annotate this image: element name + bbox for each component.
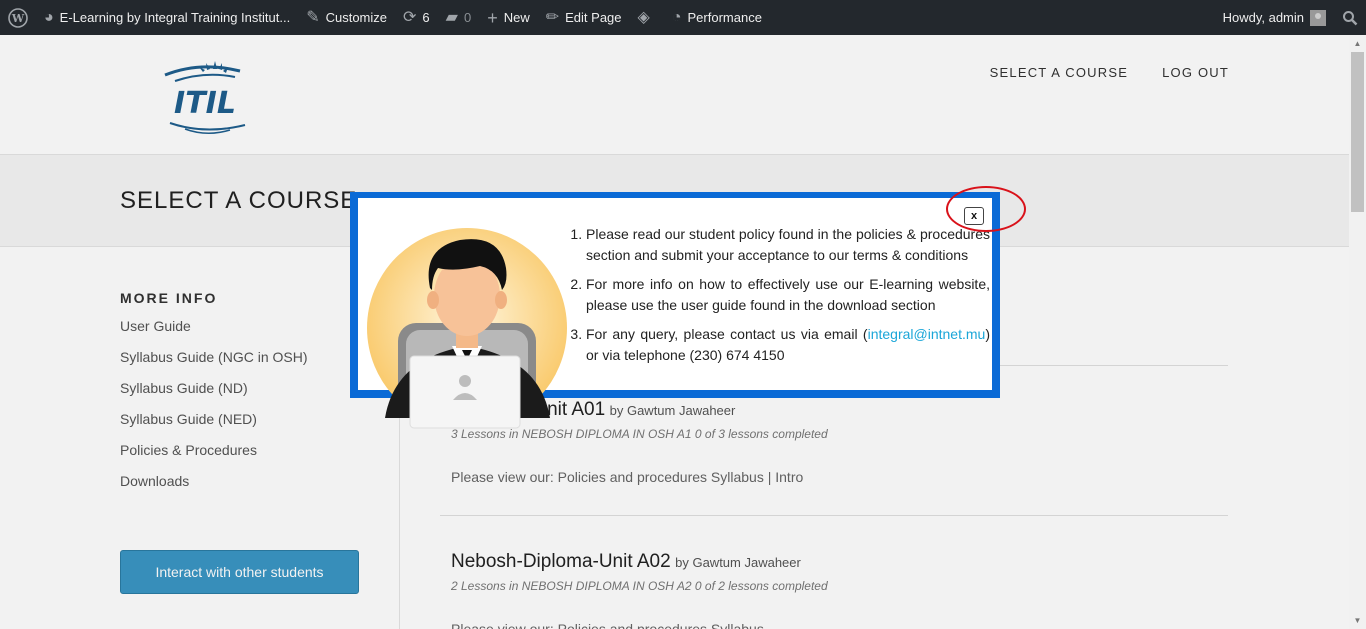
updates-icon: ⟳ <box>403 8 417 26</box>
howdy-label: Howdy, admin <box>1222 10 1304 25</box>
search-icon <box>1343 10 1358 25</box>
avatar <box>1310 9 1326 26</box>
email-link[interactable]: integral@intnet.mu <box>868 326 986 342</box>
gauge-icon: ◔ <box>671 8 682 26</box>
modal-instructions: Please read our student policy found in … <box>564 224 990 374</box>
new-content-link[interactable]: + New <box>479 0 538 35</box>
updates-link[interactable]: ⟳ 6 <box>395 0 438 35</box>
brush-icon: ✎ <box>306 8 320 26</box>
plus-icon: + <box>487 7 498 28</box>
new-label: New <box>503 10 530 25</box>
edit-page-label: Edit Page <box>565 10 622 25</box>
page-scrollbar[interactable]: ▲ ▼ <box>1349 35 1366 629</box>
student-avatar-illustration <box>367 228 567 429</box>
updates-count: 6 <box>422 10 430 25</box>
site-name-link[interactable]: ◕ E-Learning by Integral Training Instit… <box>36 0 298 35</box>
site-name-label: E-Learning by Integral Training Institut… <box>59 10 291 25</box>
svg-text:W: W <box>11 12 25 25</box>
instruction-item: Please read our student policy found in … <box>586 224 990 266</box>
search-button[interactable] <box>1334 0 1366 35</box>
edit-page-link[interactable]: ✏ Edit Page <box>538 0 630 35</box>
wordpress-icon: W <box>8 7 28 28</box>
instruction-item: For any query, please contact us via ema… <box>586 324 990 366</box>
comments-count: 0 <box>463 10 472 25</box>
diamond-menu[interactable]: ◈ <box>630 0 664 35</box>
admin-bar: W ◕ E-Learning by Integral Training Inst… <box>0 0 1366 35</box>
pencil-icon: ✏ <box>545 8 560 26</box>
customize-label: Customize <box>325 10 388 25</box>
diamond-icon: ◈ <box>637 8 650 26</box>
wordpress-logo-button[interactable]: W <box>0 0 36 35</box>
dashboard-icon: ◕ <box>44 8 54 26</box>
highlight-circle <box>946 186 1026 232</box>
comment-icon: ▰ <box>445 8 458 26</box>
scroll-thumb[interactable] <box>1351 52 1364 212</box>
comments-link[interactable]: ▰ 0 <box>438 0 480 35</box>
instruction-item: For more info on how to effectively use … <box>586 274 990 316</box>
performance-link[interactable]: ◔ Performance <box>664 0 770 35</box>
customize-link[interactable]: ✎ Customize <box>298 0 395 35</box>
my-account-link[interactable]: Howdy, admin <box>1215 0 1334 35</box>
scroll-up-arrow-icon[interactable]: ▲ <box>1349 35 1366 52</box>
scroll-down-arrow-icon[interactable]: ▼ <box>1349 612 1366 629</box>
performance-label: Performance <box>687 10 762 25</box>
contact-text-before: For any query, please contact us via ema… <box>586 326 868 342</box>
